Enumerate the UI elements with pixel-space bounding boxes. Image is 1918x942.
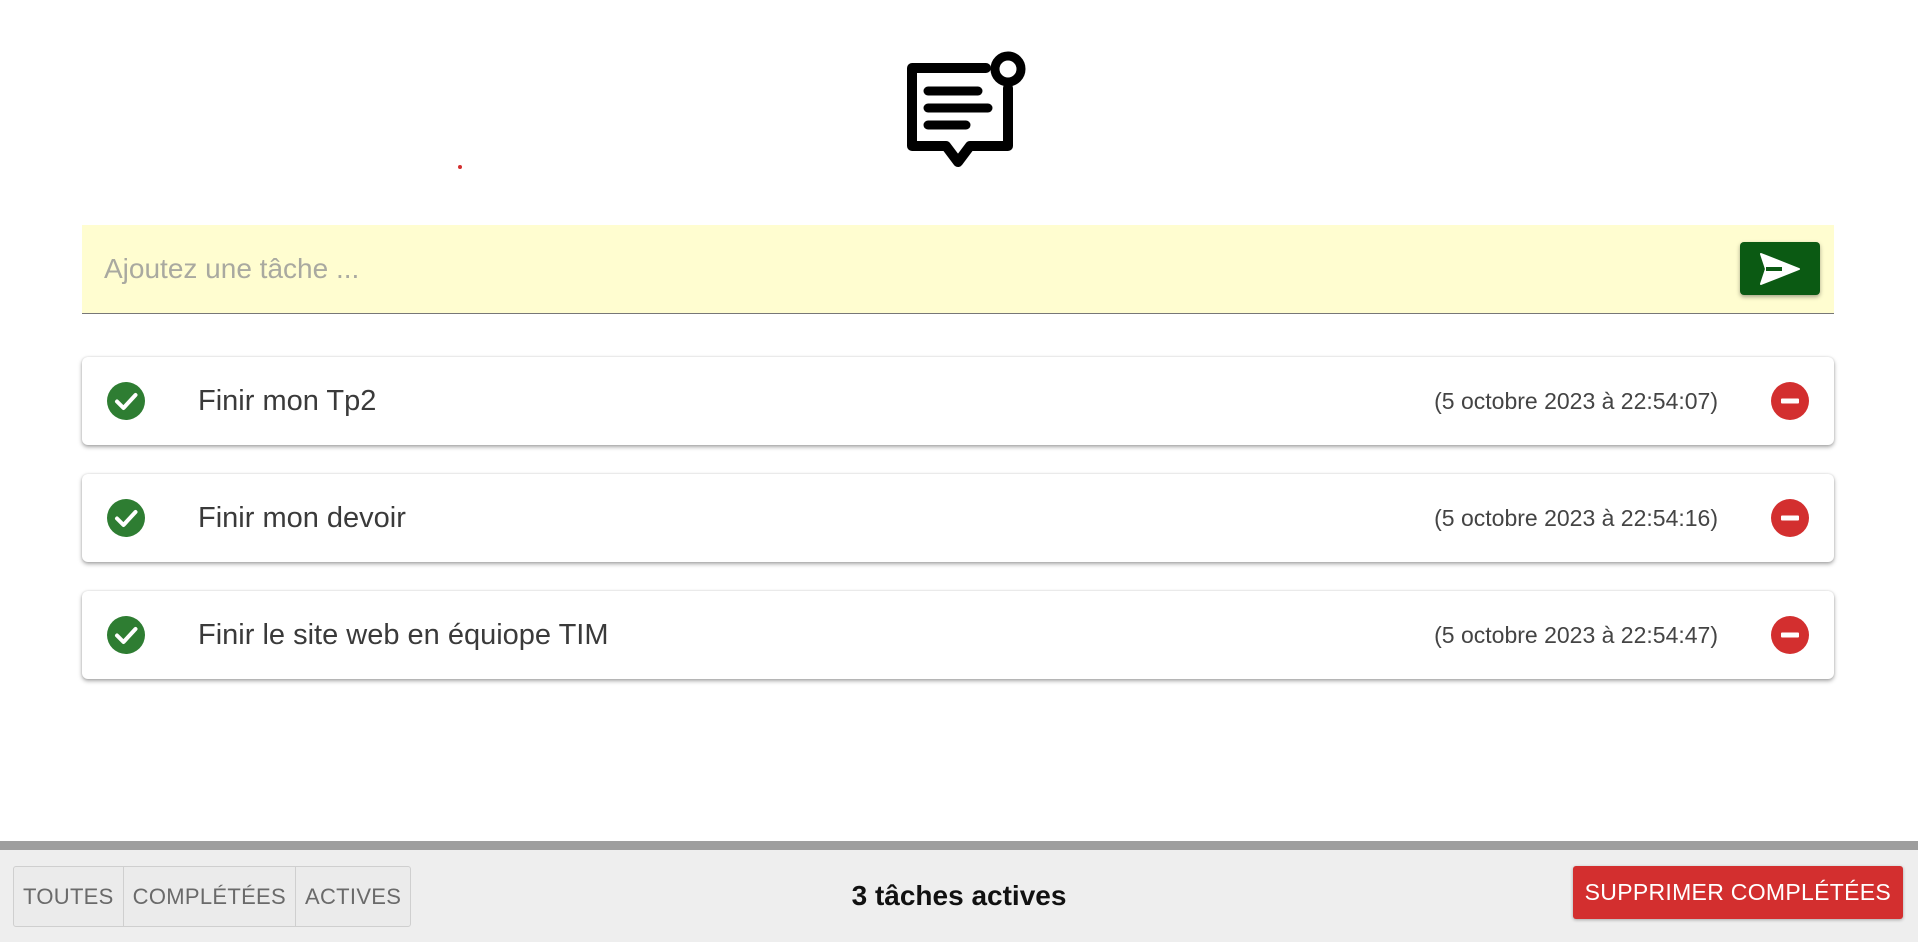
task-text[interactable]: Finir le site web en équiope TIM	[198, 591, 609, 679]
task-item: Finir mon Tp2 (5 octobre 2023 à 22:54:07…	[82, 357, 1834, 445]
remove-circle-icon[interactable]	[1771, 616, 1809, 654]
remove-circle-icon[interactable]	[1771, 382, 1809, 420]
send-icon	[1760, 252, 1800, 285]
task-date: (5 octobre 2023 à 22:54:47)	[1434, 622, 1718, 648]
filter-active-button[interactable]: ACTIVES	[296, 867, 410, 926]
filter-all-button[interactable]: TOUTES	[14, 867, 124, 926]
add-task-input[interactable]	[102, 225, 1702, 313]
message-note-icon	[907, 51, 1026, 167]
send-button[interactable]	[1740, 242, 1820, 295]
filter-completed-button[interactable]: COMPLÉTÉES	[124, 867, 297, 926]
task-item: Finir mon devoir (5 octobre 2023 à 22:54…	[82, 474, 1834, 562]
check-circle-icon[interactable]	[107, 616, 145, 654]
task-text[interactable]: Finir mon Tp2	[198, 357, 376, 445]
clear-completed-button[interactable]: SUPPRIMER COMPLÉTÉES	[1572, 866, 1903, 919]
task-list: Finir mon Tp2 (5 octobre 2023 à 22:54:07…	[82, 357, 1834, 708]
task-item: Finir le site web en équiope TIM (5 octo…	[82, 591, 1834, 679]
decorative-dot	[458, 165, 462, 169]
footer-bar: 3 tâches actives TOUTES COMPLÉTÉES ACTIV…	[0, 841, 1918, 942]
remove-circle-icon[interactable]	[1771, 499, 1809, 537]
check-circle-icon[interactable]	[107, 499, 145, 537]
add-task-form	[82, 225, 1834, 314]
filter-group: TOUTES COMPLÉTÉES ACTIVES	[13, 866, 412, 927]
task-date: (5 octobre 2023 à 22:54:07)	[1434, 388, 1718, 414]
task-date: (5 octobre 2023 à 22:54:16)	[1434, 505, 1718, 531]
task-text[interactable]: Finir mon devoir	[198, 474, 406, 562]
check-circle-icon[interactable]	[107, 382, 145, 420]
